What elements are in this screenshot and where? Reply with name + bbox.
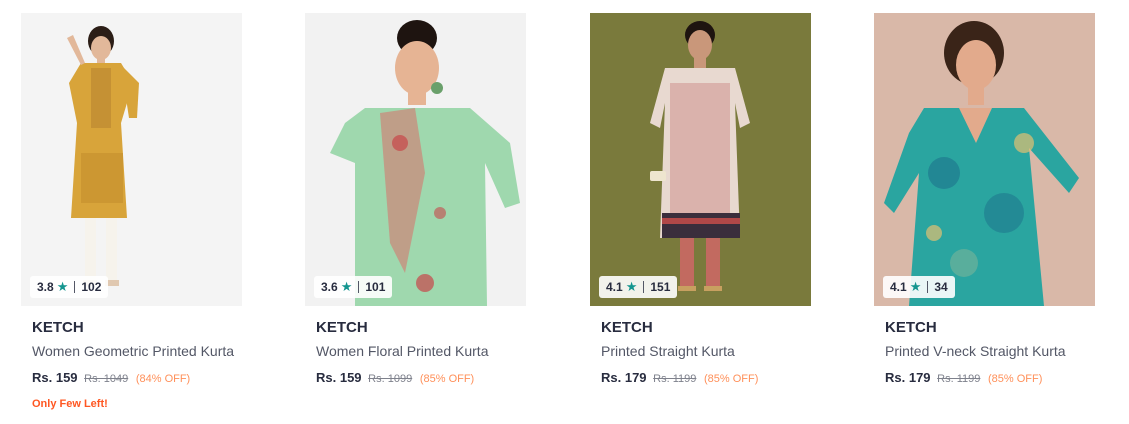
product-price-row: Rs. 159 Rs. 1049 (84% OFF) — [32, 370, 242, 387]
product-card[interactable]: 4.1 ★ 34 KETCH Printed V-neck Straight K… — [874, 13, 1095, 387]
product-discount: (85% OFF) — [988, 373, 1043, 385]
rating-badge: 4.1 ★ 151 — [599, 276, 678, 298]
product-name[interactable]: Printed Straight Kurta — [601, 342, 811, 360]
product-image[interactable]: 4.1 ★ 151 — [590, 13, 811, 306]
rating-badge: 3.6 ★ 101 — [314, 276, 393, 298]
product-image[interactable]: 3.8 ★ 102 — [21, 13, 242, 306]
product-price: Rs. 179 — [885, 370, 931, 385]
rating-divider — [927, 281, 929, 293]
rating-value: 4.1 — [606, 280, 623, 294]
star-icon: ★ — [340, 279, 353, 294]
product-name[interactable]: Women Geometric Printed Kurta — [32, 342, 242, 360]
product-price-row: Rs. 179 Rs. 1199 (85% OFF) — [885, 370, 1095, 387]
product-image[interactable]: 3.6 ★ 101 — [305, 13, 526, 306]
product-price: Rs. 179 — [601, 370, 647, 385]
product-price: Rs. 159 — [316, 370, 362, 385]
product-discount: (85% OFF) — [704, 373, 759, 385]
product-price: Rs. 159 — [32, 370, 78, 385]
rating-value: 4.1 — [890, 280, 907, 294]
product-discount: (85% OFF) — [419, 373, 475, 385]
product-price-row: Rs. 159 Rs. 1099 (85% OFF) — [316, 370, 526, 387]
product-card[interactable]: 3.6 ★ 101 KETCH Women Floral Printed Kur… — [305, 13, 526, 387]
product-mrp: Rs. 1049 — [84, 373, 129, 385]
rating-value: 3.8 — [37, 280, 54, 294]
rating-value: 3.6 — [321, 280, 338, 294]
rating-badge: 4.1 ★ 34 — [883, 276, 955, 298]
star-icon: ★ — [909, 279, 922, 294]
product-brand: KETCH — [885, 319, 937, 336]
star-icon: ★ — [625, 279, 638, 294]
product-name[interactable]: Printed V-neck Straight Kurta — [885, 342, 1095, 360]
product-mrp: Rs. 1099 — [368, 373, 413, 385]
product-mrp: Rs. 1199 — [653, 373, 697, 385]
product-brand: KETCH — [316, 319, 368, 336]
rating-count: 102 — [81, 280, 102, 294]
product-discount: (84% OFF) — [135, 373, 191, 385]
rating-divider — [643, 281, 645, 293]
product-brand: KETCH — [601, 319, 653, 336]
rating-count: 101 — [365, 280, 386, 294]
product-card[interactable]: 4.1 ★ 151 KETCH Printed Straight Kurta R… — [590, 13, 811, 387]
star-icon: ★ — [56, 279, 69, 294]
product-mrp: Rs. 1199 — [937, 373, 981, 385]
product-brand: KETCH — [32, 319, 84, 336]
rating-divider — [358, 281, 360, 293]
rating-count: 151 — [650, 280, 671, 294]
product-price-row: Rs. 179 Rs. 1199 (85% OFF) — [601, 370, 811, 387]
stock-note: Only Few Left! — [32, 398, 108, 410]
product-card[interactable]: 3.8 ★ 102 KETCH Women Geometric Printed … — [21, 13, 242, 410]
product-image[interactable]: 4.1 ★ 34 — [874, 13, 1095, 306]
rating-count: 34 — [934, 280, 948, 294]
rating-badge: 3.8 ★ 102 — [30, 276, 109, 298]
product-name[interactable]: Women Floral Printed Kurta — [316, 342, 526, 360]
rating-divider — [74, 281, 76, 293]
